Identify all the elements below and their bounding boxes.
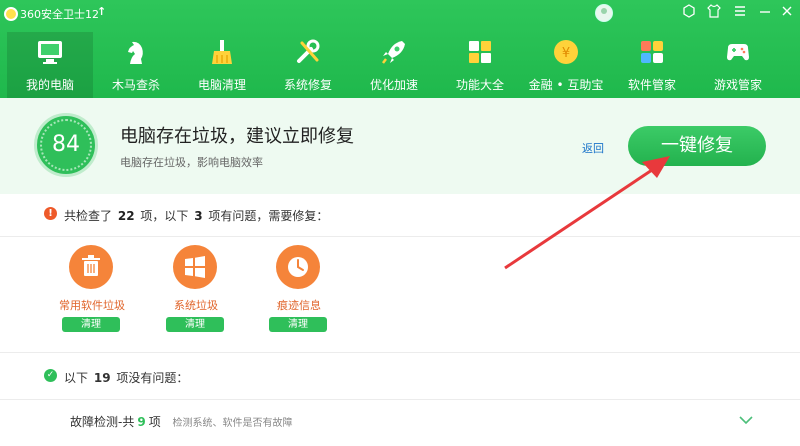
score-value: 84 [52,132,80,157]
shirt-icon[interactable] [705,4,723,22]
check-icon: ✓ [44,369,57,382]
chevron-down-icon[interactable] [738,412,754,428]
nav-label: 金融 • 互助宝 [528,78,604,92]
scan-summary: 84 电脑存在垃圾，建议立即修复 电脑存在垃圾，影响电脑效率 返回 一键修复 [0,98,800,194]
issues-suffix: 项有问题，需要修复： [208,209,329,223]
nav-label: 系统修复 [283,78,332,92]
nav-label: 优化加速 [369,78,418,92]
fault-count: 9 [137,415,146,429]
wrench-icon [297,39,320,63]
clean-button[interactable]: 清理 [166,317,224,332]
header: 360安全卫士12 ↑ 我的电脑 木马查杀 电脑清理 系统修复 优化加速 功能大… [0,0,800,98]
nav-cleanup[interactable]: 电脑清理 [179,32,265,98]
ok-count: 19 [93,371,111,385]
issues-prefix: 共检查了 [64,209,113,223]
ok-suffix: 项没有问题： [116,371,189,385]
card-software-junk: 常用软件垃圾 清理 [42,245,142,335]
nav-label: 软件管家 [627,78,676,92]
apps-icon [641,41,663,63]
fault-description: 检测系统、软件是否有故障 [172,418,293,429]
ok-text: 以下 19 项没有问题： [64,369,188,386]
coin-icon: ¥ [554,40,578,64]
gamepad-icon [727,44,749,61]
card-label: 痕迹信息 [277,299,321,312]
app-logo-icon [4,7,18,21]
card-traces: 痕迹信息 清理 [249,245,349,335]
summary-subtitle: 电脑存在垃圾，影响电脑效率 [120,156,263,169]
back-link[interactable]: 返回 [582,140,604,156]
trash-icon [69,245,113,289]
checked-count: 22 [117,209,135,223]
nav-label: 功能大全 [455,78,504,92]
grid-icon [469,41,491,63]
main-nav: 我的电脑 木马查杀 电脑清理 系统修复 优化加速 功能大全 ¥ 金融 • 互助宝… [0,32,800,98]
nav-my-computer[interactable]: 我的电脑 [7,32,93,98]
nav-label: 电脑清理 [197,78,246,92]
fault-label: 故障检测-共 [70,415,135,429]
clean-button[interactable]: 清理 [269,317,327,332]
nav-finance[interactable]: ¥ 金融 • 互助宝 [523,32,609,98]
card-label: 常用软件垃圾 [59,299,125,312]
issues-text: 共检查了 22 项，以下 3 项有问题，需要修复： [64,207,328,224]
skin-icon[interactable] [680,4,698,22]
nav-software-manager[interactable]: 软件管家 [609,32,695,98]
ok-prefix: 以下 [64,371,89,385]
nav-label: 游戏管家 [713,78,762,92]
issues-middle: 项，以下 [140,209,189,223]
title-bar: 360安全卫士12 ↑ [0,0,800,28]
problem-count: 3 [194,209,203,223]
knight-icon [128,41,143,64]
divider [0,236,800,237]
one-click-fix-button[interactable]: 一键修复 [628,126,766,166]
windows-icon [173,245,217,289]
nav-trojan-scan[interactable]: 木马查杀 [93,32,179,98]
fault-detection-row[interactable]: 故障检测-共 9 项 检测系统、软件是否有故障 [70,413,293,430]
svg-text:¥: ¥ [562,46,570,61]
rocket-icon [382,41,405,64]
card-system-junk: 系统垃圾 清理 [146,245,246,335]
nav-system-repair[interactable]: 系统修复 [265,32,351,98]
nav-label: 我的电脑 [25,78,74,92]
menu-icon[interactable] [731,4,749,22]
app-title: 360安全卫士12 [20,8,99,21]
minimize-icon[interactable] [756,4,774,22]
up-arrow-icon[interactable]: ↑ [97,5,106,18]
nav-label: 木马查杀 [111,78,160,92]
close-icon[interactable] [778,4,796,22]
health-score: 84 [34,113,98,177]
avatar[interactable] [595,4,613,22]
fault-unit: 项 [148,415,161,429]
divider [0,399,800,400]
divider [0,352,800,353]
monitor-icon [38,41,62,64]
nav-features[interactable]: 功能大全 [437,32,523,98]
clock-icon [276,245,320,289]
summary-title: 电脑存在垃圾，建议立即修复 [120,126,354,147]
card-label: 系统垃圾 [174,299,218,312]
broom-icon [212,40,232,64]
clean-button[interactable]: 清理 [62,317,120,332]
warning-icon: ! [44,207,57,220]
nav-game-manager[interactable]: 游戏管家 [695,32,781,98]
nav-optimize[interactable]: 优化加速 [351,32,437,98]
